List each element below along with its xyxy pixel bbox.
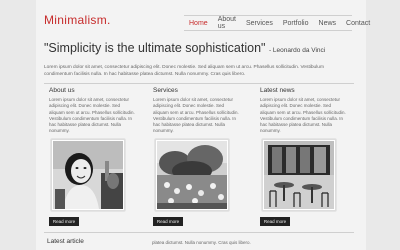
- column-title: Services: [153, 87, 178, 94]
- column-text: Lorem ipsum dolor sit amet, consectetur …: [260, 97, 346, 134]
- latest-news-photo: [262, 139, 336, 211]
- about-us-read-more-button[interactable]: Read more: [49, 217, 79, 226]
- nav-news[interactable]: News: [314, 20, 342, 27]
- latest-news-read-more-button[interactable]: Read more: [260, 217, 290, 226]
- cafe-image: [264, 141, 334, 209]
- column-about-us: About us Lorem ipsum dolor sit amet, con…: [49, 87, 137, 135]
- nav-home[interactable]: Home: [184, 20, 213, 27]
- garden-image: [157, 141, 227, 209]
- services-photo: [155, 139, 229, 211]
- main-nav: Home About us Services Portfolio News Co…: [184, 15, 370, 31]
- footer-snippet: platea dictumst. Nulla nonummy. Cras qui…: [152, 240, 251, 245]
- latest-article-heading: Latest article: [47, 238, 84, 245]
- column-title: Latest news: [260, 87, 295, 94]
- nav-about-us[interactable]: About us: [213, 16, 241, 30]
- intro-text: Lorem ipsum dolor sit amet, consectetur …: [44, 65, 324, 77]
- quote-author: - Leonardo da Vinci: [268, 47, 326, 54]
- nav-contact[interactable]: Contact: [341, 20, 375, 27]
- services-read-more-button[interactable]: Read more: [153, 217, 183, 226]
- footer-divider: [44, 232, 354, 233]
- quote-text: "Simplicity is the ultimate sophisticati…: [44, 41, 266, 55]
- column-text: Lorem ipsum dolor sit amet, consectetur …: [153, 97, 239, 134]
- column-text: Lorem ipsum dolor sit amet, consectetur …: [49, 97, 135, 134]
- portrait-image: [53, 141, 123, 209]
- site-logo[interactable]: Minimalism.: [44, 13, 111, 27]
- nav-services[interactable]: Services: [241, 20, 278, 27]
- about-us-photo: [51, 139, 125, 211]
- column-title: About us: [49, 87, 75, 94]
- hero-quote: "Simplicity is the ultimate sophisticati…: [44, 41, 374, 55]
- column-latest-news: Latest news Lorem ipsum dolor sit amet, …: [260, 87, 348, 135]
- nav-portfolio[interactable]: Portfolio: [278, 20, 314, 27]
- column-services: Services Lorem ipsum dolor sit amet, con…: [153, 87, 241, 135]
- section-divider: [44, 83, 354, 84]
